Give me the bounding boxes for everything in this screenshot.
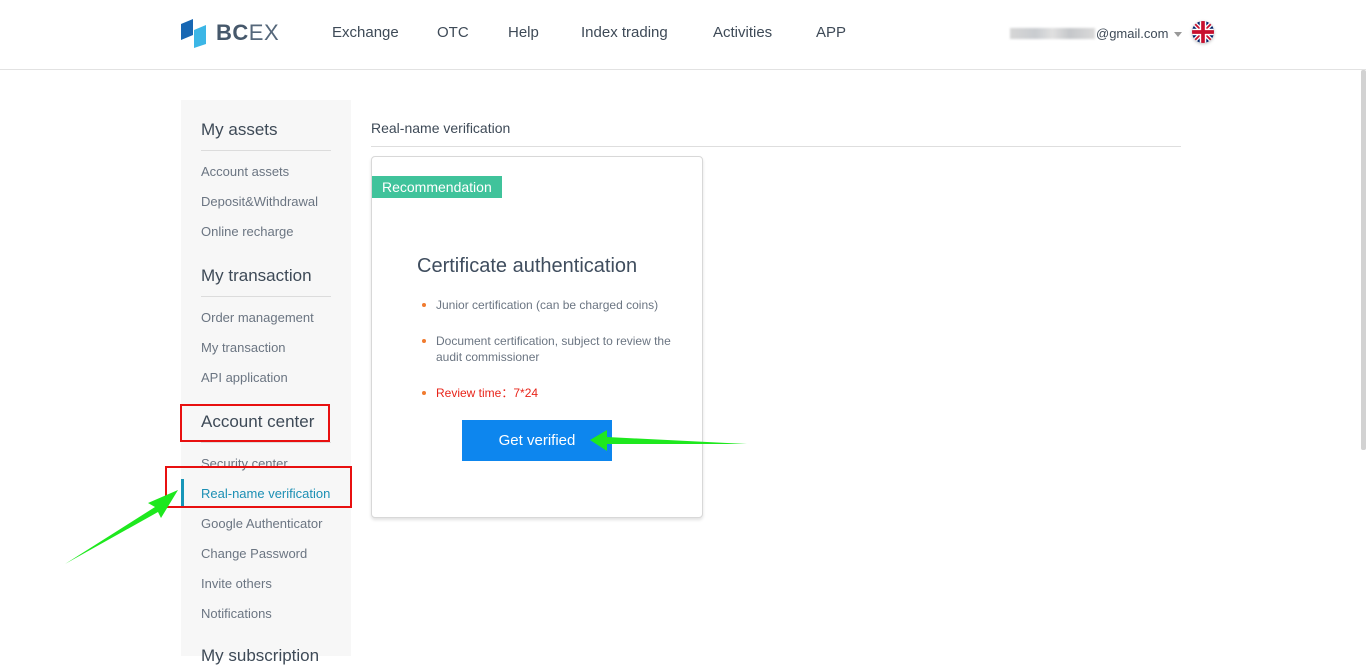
- sidebar: My assets Account assets Deposit&Withdra…: [181, 100, 351, 665]
- sidebar-item-notifications[interactable]: Notifications: [201, 606, 272, 621]
- get-verified-button[interactable]: Get verified: [462, 420, 612, 461]
- bullet-icon: [422, 339, 426, 343]
- chevron-down-icon: [1174, 32, 1183, 37]
- sidebar-section-account-center: Account center: [201, 412, 315, 431]
- nav-activities[interactable]: Activities: [713, 24, 772, 41]
- sidebar-item-real-name-verification[interactable]: Real-name verification: [201, 486, 330, 501]
- annotation-arrow-icon: [65, 490, 178, 564]
- review-time-item: Review time：7*24: [422, 385, 696, 401]
- bullet-icon: [422, 391, 426, 395]
- sidebar-item-my-transaction[interactable]: My transaction: [201, 340, 286, 355]
- blurred-email-username: [1010, 28, 1095, 39]
- sidebar-item-change-password[interactable]: Change Password: [201, 546, 307, 561]
- page-scrollbar[interactable]: [1361, 70, 1366, 450]
- nav-otc[interactable]: OTC: [437, 24, 469, 41]
- nav-exchange[interactable]: Exchange: [332, 24, 399, 41]
- active-indicator: [181, 479, 184, 506]
- list-item: Document certification, subject to revie…: [422, 333, 696, 365]
- card-title: Certificate authentication: [417, 255, 638, 277]
- sidebar-section-my-subscription: My subscription: [201, 646, 320, 665]
- logo-text: BCEX: [216, 20, 280, 45]
- divider: [201, 296, 331, 297]
- sidebar-item-deposit-withdrawal[interactable]: Deposit&Withdrawal: [201, 194, 318, 209]
- sidebar-item-security-center[interactable]: Security center: [201, 456, 288, 471]
- sidebar-item-online-recharge[interactable]: Online recharge: [201, 224, 294, 239]
- divider: [201, 442, 331, 443]
- nav-index-trading[interactable]: Index trading: [581, 24, 668, 41]
- divider: [201, 150, 331, 151]
- user-email-suffix: @gmail.com: [1096, 26, 1169, 41]
- certificate-authentication-card: Recommendation Certificate authenticatio…: [371, 156, 703, 518]
- bcex-logo-icon: [181, 19, 206, 48]
- sidebar-item-invite-others[interactable]: Invite others: [201, 576, 272, 591]
- recommendation-badge: Recommendation: [372, 176, 502, 198]
- sidebar-item-api-application[interactable]: API application: [201, 370, 288, 385]
- user-account-menu[interactable]: @gmail.com: [1010, 26, 1183, 41]
- bullet-icon: [422, 303, 426, 307]
- sidebar-item-google-authenticator[interactable]: Google Authenticator: [201, 516, 322, 531]
- sidebar-item-account-assets[interactable]: Account assets: [201, 164, 289, 179]
- list-item: Junior certification (can be charged coi…: [422, 297, 696, 313]
- page-title: Real-name verification: [371, 120, 511, 136]
- nav-app[interactable]: APP: [816, 24, 846, 41]
- title-divider: [371, 146, 1181, 147]
- bcex-logo[interactable]: BCEX: [180, 18, 279, 48]
- top-header: BCEX Exchange OTC Help Index trading Act…: [0, 0, 1366, 70]
- uk-flag-icon[interactable]: [1192, 21, 1214, 43]
- sidebar-item-order-management[interactable]: Order management: [201, 310, 314, 325]
- nav-help[interactable]: Help: [508, 24, 539, 41]
- sidebar-section-my-transaction: My transaction: [201, 266, 312, 285]
- sidebar-section-my-assets: My assets: [201, 120, 278, 139]
